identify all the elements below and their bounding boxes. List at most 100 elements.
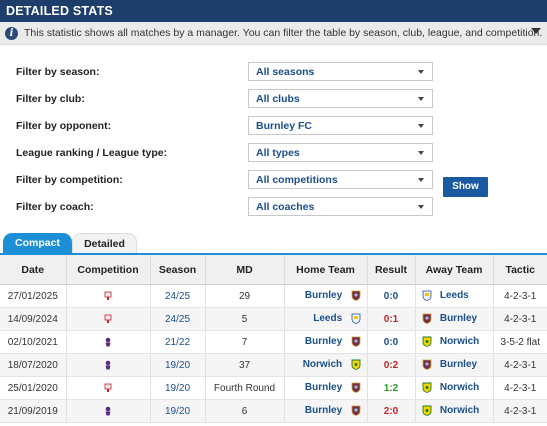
home-team-cell: Norwich: [283, 353, 367, 377]
col-header-md[interactable]: MD: [204, 253, 284, 285]
season-link[interactable]: 21/22: [149, 330, 205, 354]
league-type-select[interactable]: All types: [248, 143, 433, 162]
table-row: 21/09/2019 19/20 6 Burnley 2:0 Norwich 4-2-3…: [0, 399, 547, 423]
collapse-arrow-icon[interactable]: [531, 28, 541, 34]
away-team-link[interactable]: Leeds: [440, 291, 469, 302]
table-row: 14/09/2024 24/25 5 Leeds 0:1 Burnley 4-2-3-1: [0, 307, 547, 331]
season-link[interactable]: 24/25: [149, 307, 205, 331]
tactic-cell: 4-2-3-1: [492, 376, 547, 400]
result-link[interactable]: 0:0: [366, 284, 415, 308]
filter-label: League ranking / League type:: [16, 146, 168, 159]
competition-cell[interactable]: [65, 307, 150, 331]
burnley-crest-icon[interactable]: [351, 337, 361, 348]
fa-cup-icon[interactable]: [104, 291, 112, 302]
info-bar[interactable]: i This statistic shows all matches by a …: [0, 22, 547, 45]
home-team-cell: Burnley: [283, 284, 367, 308]
competition-cell[interactable]: [65, 376, 150, 400]
competition-cell[interactable]: [65, 284, 150, 308]
matches-table: Date Competition Season MD Home Team Res…: [0, 253, 547, 423]
col-header-date[interactable]: Date: [0, 253, 66, 285]
filter-row-coach: Filter by coach: All coaches: [16, 197, 433, 216]
chevron-down-icon: [418, 70, 424, 74]
fa-cup-icon[interactable]: [104, 314, 112, 325]
season-link[interactable]: 24/25: [149, 284, 205, 308]
away-team-cell: Burnley: [414, 307, 493, 331]
burnley-crest-icon[interactable]: [422, 360, 432, 371]
home-team-cell: Burnley: [283, 376, 367, 400]
section-title: DETAILED STATS: [0, 0, 547, 22]
info-text: This statistic shows all matches by a ma…: [24, 27, 543, 39]
leeds-crest-icon[interactable]: [422, 291, 432, 302]
coach-select[interactable]: All coaches: [248, 197, 433, 216]
premier-league-icon[interactable]: [104, 360, 112, 371]
norwich-crest-icon[interactable]: [422, 336, 432, 348]
away-team-link[interactable]: Norwich: [440, 337, 479, 348]
premier-league-icon[interactable]: [104, 406, 112, 417]
away-team-cell: Norwich: [414, 399, 493, 423]
result-link[interactable]: 2:0: [366, 399, 415, 423]
away-team-cell: Norwich: [414, 330, 493, 354]
col-header-result[interactable]: Result: [366, 253, 415, 285]
chevron-down-icon: [418, 97, 424, 101]
result-link[interactable]: 0:0: [366, 330, 415, 354]
result-link[interactable]: 1:2: [366, 376, 415, 400]
norwich-crest-icon[interactable]: [422, 382, 432, 394]
select-value: All clubs: [256, 92, 300, 105]
leeds-crest-icon[interactable]: [351, 314, 361, 325]
table-header-row: Date Competition Season MD Home Team Res…: [0, 253, 547, 285]
competition-cell[interactable]: [65, 353, 150, 377]
tab-detailed[interactable]: Detailed: [72, 233, 137, 253]
away-team-link[interactable]: Norwich: [440, 383, 479, 394]
home-team-link[interactable]: Burnley: [305, 406, 342, 417]
away-team-link[interactable]: Burnley: [440, 314, 477, 325]
view-tabs: Compact Detailed: [0, 233, 547, 255]
md-cell: 6: [204, 399, 284, 423]
competition-cell[interactable]: [65, 399, 150, 423]
table-row: 18/07/2020 19/20 37 Norwich 0:2 Burnley 4-2-…: [0, 353, 547, 377]
home-team-link[interactable]: Leeds: [313, 314, 342, 325]
tactic-cell: 4-2-3-1: [492, 399, 547, 423]
home-team-link[interactable]: Burnley: [305, 383, 342, 394]
col-header-home-team[interactable]: Home Team: [283, 253, 367, 285]
away-team-cell: Burnley: [414, 353, 493, 377]
premier-league-icon[interactable]: [104, 337, 112, 348]
burnley-crest-icon[interactable]: [422, 314, 432, 325]
home-team-link[interactable]: Norwich: [303, 360, 342, 371]
away-team-cell: Leeds: [414, 284, 493, 308]
season-link[interactable]: 19/20: [149, 399, 205, 423]
away-team-link[interactable]: Norwich: [440, 406, 479, 417]
burnley-crest-icon[interactable]: [351, 406, 361, 417]
tactic-cell: 4-2-3-1: [492, 284, 547, 308]
show-button[interactable]: Show: [443, 177, 488, 197]
tactic-cell: 4-2-3-1: [492, 307, 547, 331]
select-value: All competitions: [256, 173, 338, 186]
md-cell: 37: [204, 353, 284, 377]
tab-compact[interactable]: Compact: [3, 233, 72, 253]
competition-select[interactable]: All competitions: [248, 170, 433, 189]
competition-cell[interactable]: [65, 330, 150, 354]
chevron-down-icon: [418, 205, 424, 209]
col-header-tactic[interactable]: Tactic: [492, 253, 547, 285]
away-team-link[interactable]: Burnley: [440, 360, 477, 371]
fa-cup-icon[interactable]: [104, 383, 112, 394]
burnley-crest-icon[interactable]: [351, 291, 361, 302]
home-team-link[interactable]: Burnley: [305, 337, 342, 348]
burnley-crest-icon[interactable]: [351, 383, 361, 394]
col-header-competition[interactable]: Competition: [65, 253, 150, 285]
norwich-crest-icon[interactable]: [351, 359, 361, 371]
home-team-link[interactable]: Burnley: [305, 291, 342, 302]
season-link[interactable]: 19/20: [149, 376, 205, 400]
result-link[interactable]: 0:2: [366, 353, 415, 377]
opponent-select[interactable]: Burnley FC: [248, 116, 433, 135]
season-link[interactable]: 19/20: [149, 353, 205, 377]
result-link[interactable]: 0:1: [366, 307, 415, 331]
col-header-season[interactable]: Season: [149, 253, 205, 285]
season-select[interactable]: All seasons: [248, 62, 433, 81]
home-team-cell: Burnley: [283, 399, 367, 423]
norwich-crest-icon[interactable]: [422, 405, 432, 417]
date-cell: 27/01/2025: [0, 284, 66, 308]
col-header-away-team[interactable]: Away Team: [414, 253, 493, 285]
chevron-down-icon: [418, 124, 424, 128]
club-select[interactable]: All clubs: [248, 89, 433, 108]
select-value: All coaches: [256, 200, 315, 213]
